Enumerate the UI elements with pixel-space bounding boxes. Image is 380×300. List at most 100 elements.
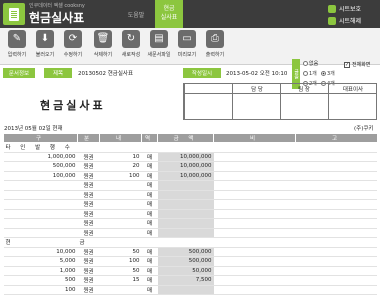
cell-count[interactable]: 20 — [99, 161, 142, 172]
cell-count[interactable] — [99, 218, 142, 229]
cell-denomination[interactable]: 5,000 — [3, 256, 78, 267]
cell-denomination[interactable] — [3, 209, 78, 219]
cell-note[interactable] — [213, 171, 296, 181]
cell-denomination[interactable]: 100 — [3, 285, 78, 295]
edit-button[interactable]: ⟳ 수정하기 — [59, 30, 87, 63]
cell-count[interactable]: 50 — [99, 266, 142, 276]
cell-amount[interactable]: 50,000 — [157, 266, 214, 276]
cell-note[interactable] — [213, 237, 296, 248]
cell-note-2[interactable] — [295, 256, 377, 267]
cell-count-unit[interactable]: 매 — [141, 209, 158, 219]
cell-count[interactable] — [99, 199, 142, 210]
cell-denomination[interactable]: 현 — [3, 237, 78, 248]
cell-count-unit[interactable]: 매 — [141, 199, 158, 210]
print-button[interactable]: ⎙ 출력하기 — [201, 30, 229, 63]
cell-unit[interactable]: 원권 — [77, 171, 100, 181]
cell-amount[interactable] — [157, 180, 214, 191]
cell-unit[interactable]: 원권 — [77, 190, 100, 200]
cell-note[interactable] — [213, 285, 296, 295]
cell-amount[interactable]: 7,500 — [157, 275, 214, 286]
cell-count-unit[interactable]: 매 — [141, 247, 158, 257]
title-value[interactable]: 20130502 현금실사표 — [78, 68, 178, 78]
cell-note-2[interactable] — [295, 228, 377, 238]
cell-count-unit[interactable]: 매 — [141, 161, 158, 172]
cell-count[interactable] — [99, 209, 142, 219]
unprotect-sheet-button[interactable]: 시트해제 — [328, 15, 378, 26]
cell-note-2[interactable] — [295, 266, 377, 276]
cell-note-2[interactable] — [295, 180, 377, 191]
cell-note-2[interactable] — [295, 285, 377, 295]
fullscreen-checkbox[interactable]: ✓ 전체화면 — [344, 61, 370, 68]
cell-count-unit[interactable]: 매 — [141, 180, 158, 191]
cell-note[interactable] — [213, 209, 296, 219]
new-button[interactable]: ↻ 새로작성 — [117, 30, 145, 63]
cell-denomination[interactable] — [3, 218, 78, 229]
cell-count-unit[interactable]: 매 — [141, 190, 158, 200]
cell-note-2[interactable] — [295, 152, 377, 162]
cell-denomination[interactable]: 10,000 — [3, 247, 78, 257]
cell-count-unit[interactable]: 매 — [141, 266, 158, 276]
cell-unit[interactable]: 원권 — [77, 199, 100, 210]
cell-count-unit[interactable]: 매 — [141, 218, 158, 229]
cell-unit[interactable]: 원권 — [77, 256, 100, 267]
cell-amount[interactable] — [157, 218, 214, 229]
cell-unit[interactable]: 원권 — [77, 218, 100, 229]
cell-denomination[interactable] — [3, 199, 78, 210]
cell-unit[interactable]: 원권 — [77, 285, 100, 295]
new-file-button[interactable]: ▤ 새문서파일 — [145, 30, 173, 63]
cell-denomination[interactable]: 타 인 발 행 수 표 — [3, 142, 78, 153]
cell-count-unit[interactable]: 매 — [141, 171, 158, 181]
cell-note-2[interactable] — [295, 275, 377, 286]
cell-amount[interactable]: 500,000 — [157, 247, 214, 257]
cell-note-2[interactable] — [295, 218, 377, 229]
cell-unit[interactable]: 원권 — [77, 266, 100, 276]
cell-unit[interactable]: 원권 — [77, 152, 100, 162]
cell-note-2[interactable] — [295, 171, 377, 181]
cell-count-unit[interactable]: 매 — [141, 228, 158, 238]
cell-count[interactable]: 50 — [99, 247, 142, 257]
cell-note[interactable] — [213, 218, 296, 229]
cell-amount[interactable] — [157, 285, 214, 295]
cell-note-2[interactable] — [295, 161, 377, 172]
cell-count-unit[interactable]: 매 — [141, 152, 158, 162]
preview-button[interactable]: ▭ 미리보기 — [173, 30, 201, 63]
tab-cash-count[interactable]: 현금 실사표 — [155, 0, 183, 28]
cell-note[interactable] — [213, 266, 296, 276]
cell-amount[interactable] — [157, 190, 214, 200]
cell-amount[interactable] — [157, 142, 214, 153]
cell-unit[interactable]: 원권 — [77, 228, 100, 238]
cell-unit[interactable]: 원권 — [77, 161, 100, 172]
tab-help[interactable]: 도움말 — [120, 4, 152, 24]
cell-count[interactable] — [99, 228, 142, 238]
cell-count-unit[interactable] — [141, 237, 158, 248]
cell-count[interactable] — [99, 180, 142, 191]
cell-count[interactable]: 10 — [99, 152, 142, 162]
cell-denomination[interactable] — [3, 180, 78, 191]
input-button[interactable]: ✎ 입력하기 — [3, 30, 31, 63]
cell-unit[interactable]: 원권 — [77, 180, 100, 191]
cell-count[interactable] — [99, 190, 142, 200]
font-radio-none[interactable]: 없음 — [303, 60, 318, 67]
cell-denomination[interactable]: 1,000,000 — [3, 152, 78, 162]
cell-count[interactable]: 100 — [99, 256, 142, 267]
cell-note-2[interactable] — [295, 190, 377, 200]
cell-amount[interactable] — [157, 209, 214, 219]
cell-note-2[interactable] — [295, 199, 377, 210]
cell-count-unit[interactable]: 매 — [141, 275, 158, 286]
cell-note-2[interactable] — [295, 247, 377, 257]
cell-denomination[interactable]: 100,000 — [3, 171, 78, 181]
cell-denomination[interactable] — [3, 190, 78, 200]
cell-count-unit[interactable]: 매 — [141, 285, 158, 295]
cell-count[interactable] — [99, 285, 142, 295]
cell-amount[interactable] — [157, 228, 214, 238]
cell-note[interactable] — [213, 247, 296, 257]
cell-amount[interactable]: 10,000,000 — [157, 161, 214, 172]
cell-note-2[interactable] — [295, 209, 377, 219]
cell-amount[interactable] — [157, 237, 214, 248]
cell-note[interactable] — [213, 256, 296, 267]
cell-unit[interactable]: 원권 — [77, 275, 100, 286]
delete-button[interactable]: 🗑 삭제하기 — [89, 30, 117, 63]
cell-unit[interactable] — [77, 142, 100, 153]
cell-amount[interactable] — [157, 199, 214, 210]
cell-count-unit[interactable]: 매 — [141, 256, 158, 267]
